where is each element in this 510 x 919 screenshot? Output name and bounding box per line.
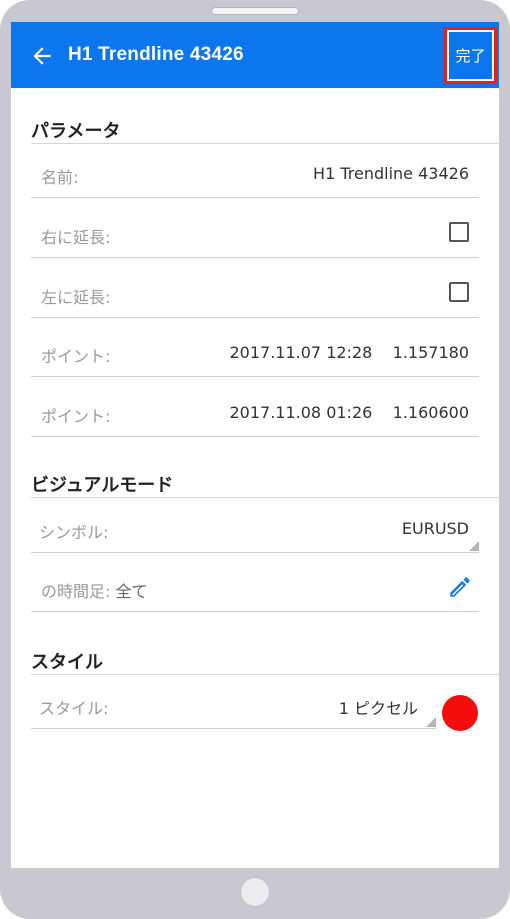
point-values: 2017.11.07 12:28 1.157180 bbox=[230, 343, 470, 362]
extend-left-label: 左に延長: bbox=[41, 288, 111, 307]
timeframe-value: 全て bbox=[115, 582, 148, 601]
symbol-label: シンボル: bbox=[39, 523, 109, 542]
point-datetime[interactable]: 2017.11.07 12:28 bbox=[230, 343, 373, 362]
point-label: ポイント: bbox=[41, 347, 111, 366]
symbol-row[interactable]: シンボル: EURUSD bbox=[31, 503, 479, 553]
page-title: H1 Trendline 43426 bbox=[68, 44, 244, 65]
point-price[interactable]: 1.160600 bbox=[393, 403, 469, 422]
device-speaker bbox=[211, 7, 299, 15]
section-divider bbox=[31, 497, 499, 498]
point-price[interactable]: 1.157180 bbox=[393, 343, 469, 362]
point-values: 2017.11.08 01:26 1.160600 bbox=[230, 403, 470, 422]
style-row[interactable]: スタイル: 1 ピクセル bbox=[31, 679, 436, 729]
point-row-1[interactable]: ポイント: 2017.11.07 12:28 1.157180 bbox=[31, 327, 479, 377]
extend-left-checkbox[interactable] bbox=[449, 282, 469, 302]
section-divider bbox=[31, 674, 499, 675]
section-title-style: スタイル bbox=[31, 652, 103, 673]
timeframe-text: の時間足: 全て bbox=[41, 578, 148, 602]
name-row[interactable]: 名前: H1 Trendline 43426 bbox=[31, 148, 479, 198]
device-home-button bbox=[240, 877, 270, 907]
point-datetime[interactable]: 2017.11.08 01:26 bbox=[230, 403, 373, 422]
pencil-edit-icon[interactable] bbox=[447, 574, 473, 600]
section-title-visual-mode: ビジュアルモード bbox=[31, 475, 174, 496]
section-divider bbox=[31, 143, 499, 144]
dropdown-corner-icon bbox=[469, 541, 479, 551]
extend-right-checkbox[interactable] bbox=[449, 222, 469, 242]
dropdown-corner-icon bbox=[426, 717, 436, 727]
name-value[interactable]: H1 Trendline 43426 bbox=[313, 164, 469, 183]
timeframe-label: の時間足: bbox=[41, 582, 111, 601]
color-swatch[interactable] bbox=[442, 695, 478, 731]
style-label: スタイル: bbox=[39, 699, 109, 718]
point-row-2[interactable]: ポイント: 2017.11.08 01:26 1.160600 bbox=[31, 387, 479, 437]
symbol-value[interactable]: EURUSD bbox=[402, 519, 469, 538]
screen: H1 Trendline 43426 完了 パラメータ 名前: H1 Trend… bbox=[11, 22, 499, 868]
back-arrow-icon[interactable] bbox=[29, 43, 55, 69]
device-frame: H1 Trendline 43426 完了 パラメータ 名前: H1 Trend… bbox=[0, 0, 510, 919]
point-label: ポイント: bbox=[41, 407, 111, 426]
app-bar: H1 Trendline 43426 完了 bbox=[11, 22, 499, 88]
extend-right-label: 右に延長: bbox=[41, 228, 111, 247]
extend-left-row[interactable]: 左に延長: bbox=[31, 268, 479, 318]
section-title-parameters: パラメータ bbox=[31, 121, 121, 142]
timeframe-row[interactable]: の時間足: 全て bbox=[31, 562, 479, 612]
style-value[interactable]: 1 ピクセル bbox=[339, 695, 418, 719]
done-button[interactable]: 完了 bbox=[447, 30, 494, 81]
name-label: 名前: bbox=[41, 168, 79, 187]
extend-right-row[interactable]: 右に延長: bbox=[31, 208, 479, 258]
